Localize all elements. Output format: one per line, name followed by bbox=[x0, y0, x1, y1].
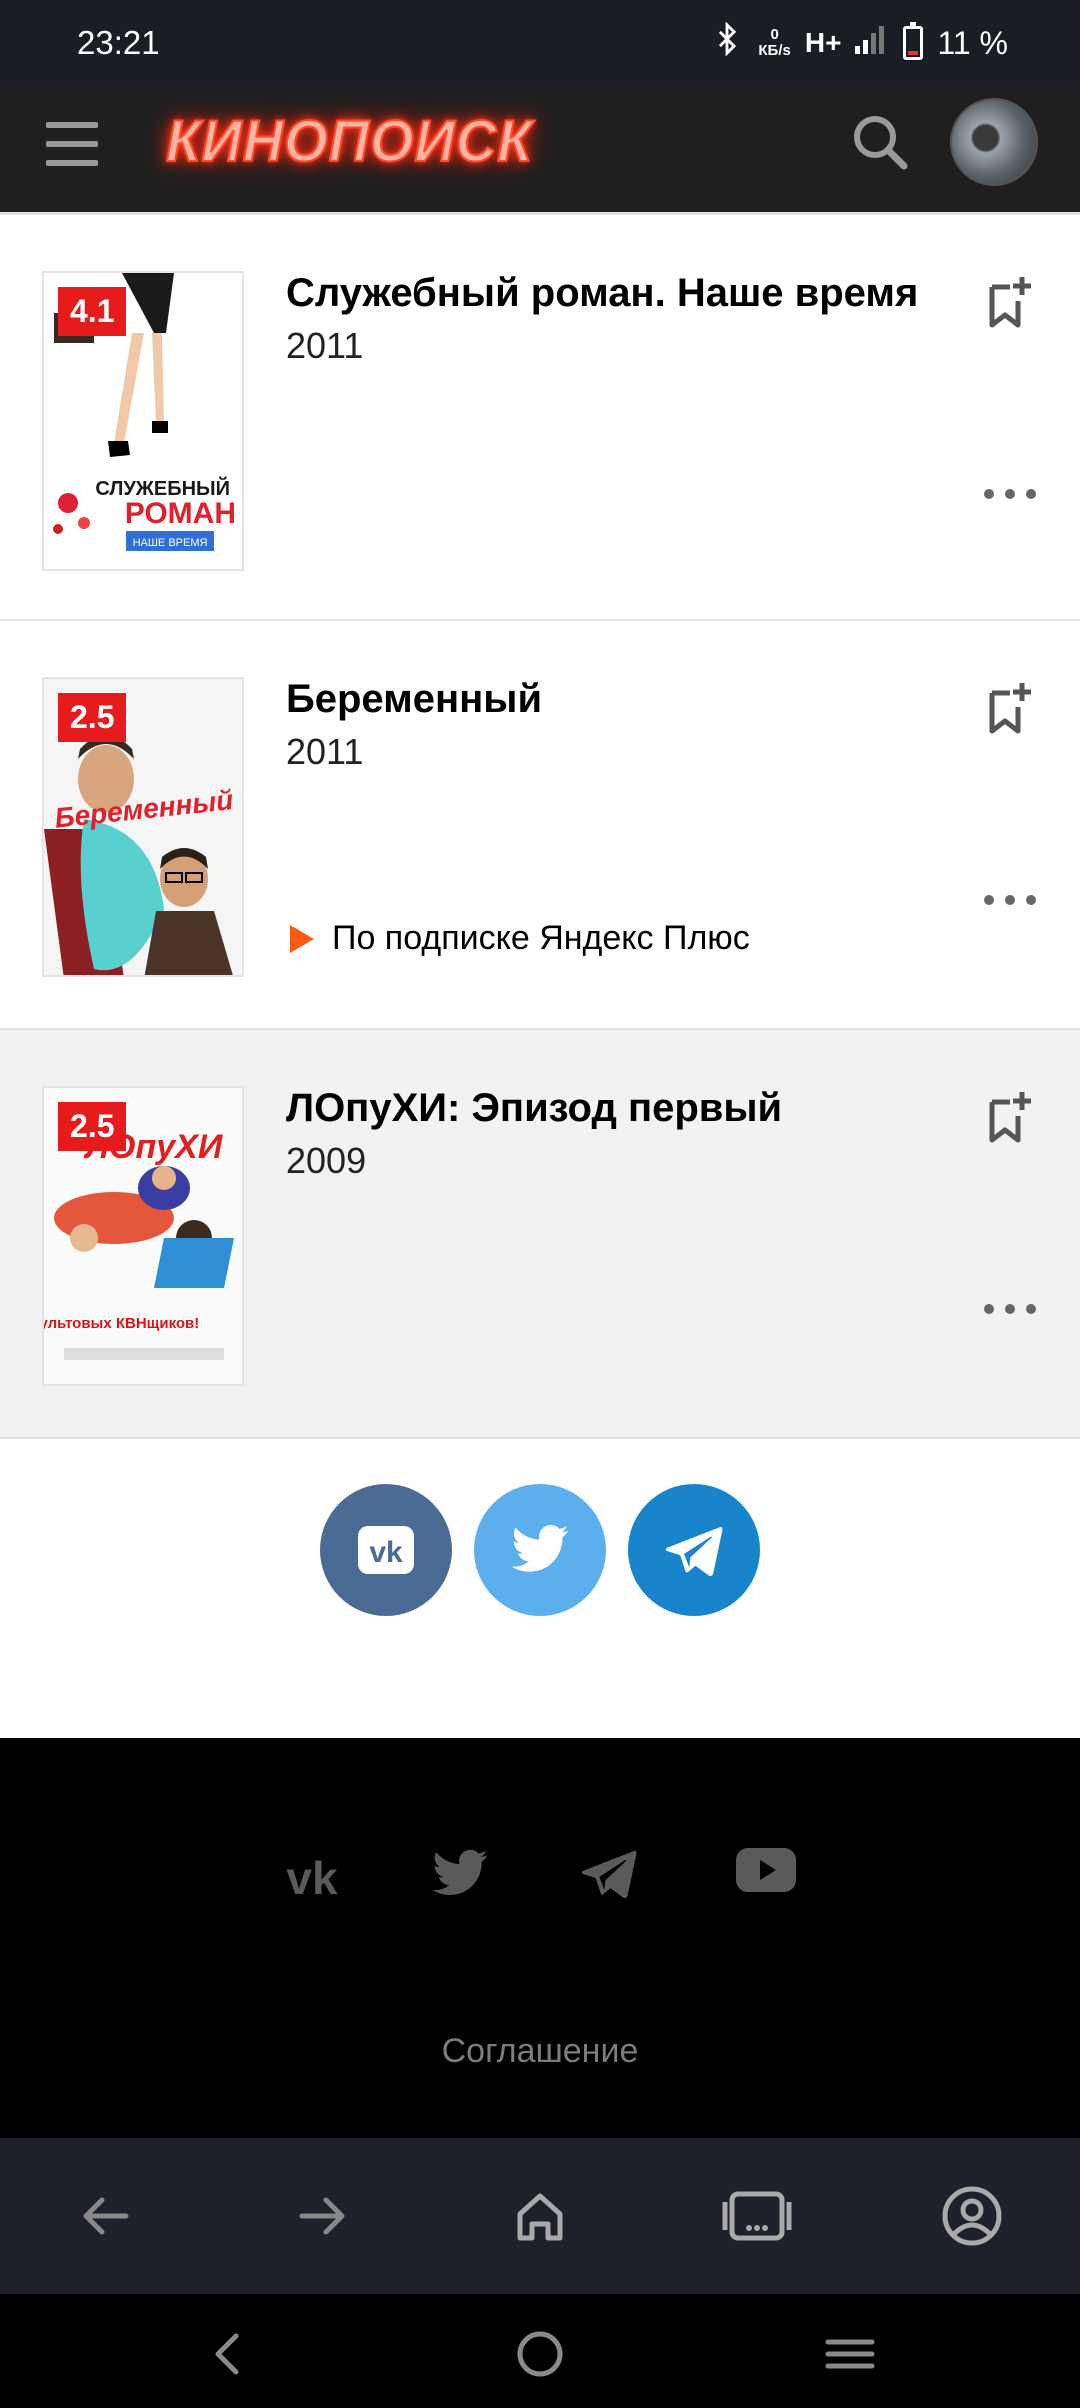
bluetooth-icon bbox=[710, 21, 744, 64]
site-footer: vk Соглашение bbox=[0, 1738, 1080, 2138]
telegram-icon bbox=[665, 1526, 723, 1576]
svg-text:vk: vk bbox=[286, 1852, 338, 1904]
system-back-icon[interactable] bbox=[200, 2326, 256, 2382]
vk-icon: vk bbox=[358, 1526, 414, 1574]
account-icon[interactable] bbox=[940, 2184, 1004, 2248]
movie-title[interactable]: ЛОпуХИ: Эпизод первый bbox=[286, 1086, 782, 1131]
network-speed: 0 КБ/s bbox=[758, 27, 790, 59]
rating-badge: 4.1 bbox=[58, 287, 127, 336]
poster-title-2: РОМАН bbox=[125, 497, 236, 530]
more-options-icon[interactable] bbox=[984, 891, 1036, 909]
speed-unit: КБ/s bbox=[758, 42, 791, 59]
share-vk-button[interactable]: vk bbox=[320, 1484, 452, 1616]
battery-percent: 11 % bbox=[937, 24, 1008, 61]
telegram-icon[interactable] bbox=[580, 1848, 644, 1908]
list-item[interactable]: 2.5 ЛОпуХИ От культовых КВНщиков! ЛОпуХИ… bbox=[0, 1030, 1080, 1439]
list-item[interactable]: 4.1 СЛУЖЕБНЫЙ РОМАН НАШЕ ВРЕМЯ Служебный… bbox=[0, 212, 1080, 621]
rating-badge: 2.5 bbox=[58, 693, 127, 742]
battery-icon bbox=[903, 22, 924, 60]
subscription-link[interactable]: По подписке Яндекс Плюс bbox=[290, 919, 750, 958]
svg-text:vk: vk bbox=[369, 1536, 403, 1569]
status-icons: 0 КБ/s H+ 11 % bbox=[710, 21, 1008, 64]
list-item[interactable]: 2.5 Беременный Беременный 2011 По подпис… bbox=[0, 621, 1080, 1030]
movie-poster[interactable]: 4.1 СЛУЖЕБНЫЙ РОМАН НАШЕ ВРЕМЯ bbox=[42, 271, 244, 571]
subscription-label: По подписке Яндекс Плюс bbox=[332, 919, 750, 957]
system-home-icon[interactable] bbox=[512, 2326, 568, 2382]
status-time: 23:21 bbox=[77, 24, 160, 61]
signal-icon bbox=[855, 24, 889, 62]
movie-year: 2011 bbox=[286, 325, 364, 366]
poster-subtitle: НАШЕ ВРЕМЯ bbox=[133, 537, 208, 549]
twitter-icon[interactable] bbox=[430, 1848, 494, 1908]
rating-badge: 2.5 bbox=[58, 1102, 127, 1151]
add-bookmark-icon[interactable] bbox=[986, 1090, 1034, 1144]
system-recents-icon[interactable] bbox=[822, 2326, 878, 2382]
movie-title[interactable]: Беременный bbox=[286, 677, 542, 722]
add-bookmark-icon[interactable] bbox=[986, 681, 1034, 735]
back-arrow-icon[interactable] bbox=[74, 2184, 138, 2248]
agreement-link[interactable]: Соглашение bbox=[0, 2032, 1080, 2071]
movie-year: 2011 bbox=[286, 731, 364, 772]
movie-list: 4.1 СЛУЖЕБНЫЙ РОМАН НАШЕ ВРЕМЯ Служебный… bbox=[0, 212, 1080, 1439]
menu-icon[interactable] bbox=[46, 122, 98, 166]
forward-arrow-icon[interactable] bbox=[290, 2184, 354, 2248]
youtube-icon[interactable] bbox=[736, 1848, 800, 1908]
add-bookmark-icon[interactable] bbox=[986, 275, 1034, 329]
avatar[interactable] bbox=[950, 98, 1038, 186]
speed-value: 0 bbox=[770, 26, 779, 43]
movie-poster[interactable]: 2.5 ЛОпуХИ От культовых КВНщиков! bbox=[42, 1086, 244, 1386]
share-telegram-button[interactable] bbox=[628, 1484, 760, 1616]
tabs-icon[interactable] bbox=[722, 2184, 792, 2248]
vk-icon[interactable]: vk bbox=[280, 1848, 344, 1908]
app-header: КИНОПОИСК bbox=[0, 86, 1080, 212]
more-options-icon[interactable] bbox=[984, 1300, 1036, 1318]
movie-title[interactable]: Служебный роман. Наше время bbox=[286, 271, 918, 316]
movie-poster[interactable]: 2.5 Беременный bbox=[42, 677, 244, 977]
home-icon[interactable] bbox=[508, 2184, 572, 2248]
share-buttons: vk bbox=[0, 1484, 1080, 1620]
network-type: H+ bbox=[804, 27, 842, 58]
search-icon[interactable] bbox=[850, 112, 910, 172]
status-bar: 23:21 0 КБ/s H+ 11 % bbox=[0, 0, 1080, 86]
play-icon bbox=[290, 924, 314, 953]
footer-social-icons: vk bbox=[280, 1848, 800, 1908]
poster-tagline: От культовых КВНщиков! bbox=[44, 1315, 199, 1332]
twitter-icon bbox=[511, 1524, 569, 1572]
movie-year: 2009 bbox=[286, 1140, 367, 1181]
system-nav-bar bbox=[0, 2294, 1080, 2408]
browser-toolbar bbox=[0, 2138, 1080, 2294]
share-twitter-button[interactable] bbox=[474, 1484, 606, 1616]
more-options-icon[interactable] bbox=[984, 485, 1036, 503]
kinopoisk-logo[interactable]: КИНОПОИСК bbox=[165, 106, 533, 174]
